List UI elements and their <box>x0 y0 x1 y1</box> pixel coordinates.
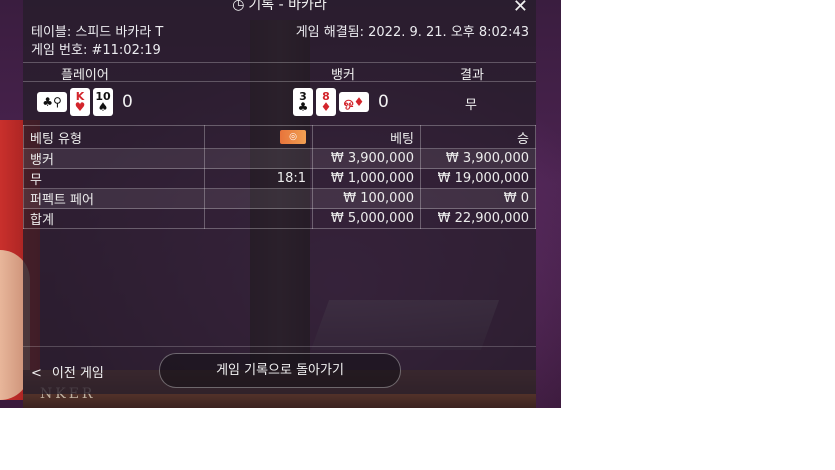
bet-amount: ₩ 5,000,000 <box>312 208 421 229</box>
player-score: 0 <box>122 92 133 112</box>
divider <box>23 346 536 347</box>
game-resolved-time: 게임 해결됨: 2022. 9. 21. 오후 8:02:43 <box>295 25 529 40</box>
player-hand: ♣⚲ K ♥ 10 ♠ 0 <box>37 88 133 116</box>
game-result: 무 <box>465 98 477 113</box>
table-row: 퍼펙트 페어 ₩ 100,000 ₩ 0 <box>23 188 536 209</box>
chip-icon: ◎ <box>280 130 306 144</box>
win-amount: ₩ 19,000,000 <box>420 168 536 189</box>
card-suit: ♣ <box>297 100 309 114</box>
game-number: 게임 번호: #11:02:19 <box>31 43 161 58</box>
column-odds: ◎ <box>204 125 313 149</box>
previous-game-button[interactable]: < 이전 게임 <box>31 362 104 381</box>
bet-odds <box>204 188 313 209</box>
bet-type: 뱅커 <box>23 148 205 169</box>
banker-score: 0 <box>378 92 389 112</box>
table-row: 뱅커 ₩ 3,900,000 ₩ 3,900,000 <box>23 148 536 169</box>
player-card-1: ♣⚲ <box>37 92 67 112</box>
banker-hand: 3 ♣ 8 ♦ ஒ♦ 0 <box>293 88 389 116</box>
previous-game-label: 이전 게임 <box>51 366 104 381</box>
card-suit: ♥ <box>74 100 86 114</box>
bets-table-header: 베팅 유형 ◎ 베팅 승 <box>23 125 536 149</box>
bet-amount: ₩ 1,000,000 <box>312 168 421 189</box>
bet-amount: ₩ 3,900,000 <box>312 148 421 169</box>
column-win: 승 <box>420 125 536 149</box>
history-icon: ◷ <box>232 0 245 13</box>
back-to-history-button[interactable]: 게임 기록으로 돌아가기 <box>159 353 401 388</box>
card-suit: ♠ <box>97 100 109 114</box>
panel-title: ◷ 기록 - 바카라 <box>23 0 536 13</box>
panel-title-text: 기록 - 바카라 <box>248 0 327 13</box>
divider <box>23 62 536 63</box>
table-row-total: 합계 ₩ 5,000,000 ₩ 22,900,000 <box>23 208 536 229</box>
chevron-left-icon: < <box>31 366 42 381</box>
bet-type: 합계 <box>23 208 205 229</box>
bet-odds <box>204 208 313 229</box>
banker-card-2: 8 ♦ <box>316 88 336 116</box>
card-suit: ♦ <box>320 100 332 114</box>
bet-odds: 18:1 <box>204 168 313 189</box>
table-row: 무 18:1 ₩ 1,000,000 ₩ 19,000,000 <box>23 168 536 189</box>
player-card-3: 10 ♠ <box>93 88 113 116</box>
bet-type: 퍼펙트 페어 <box>23 188 205 209</box>
divider <box>23 81 536 82</box>
bets-table: 베팅 유형 ◎ 베팅 승 뱅커 ₩ 3,900,000 ₩ 3,900,000 … <box>23 125 536 229</box>
column-bet-type: 베팅 유형 <box>23 125 205 149</box>
game-history-panel: ◷ 기록 - 바카라 ✕ 테이블: 스피드 바카라 T 게임 해결됨: 2022.… <box>23 0 536 394</box>
column-bet: 베팅 <box>312 125 421 149</box>
win-amount: ₩ 0 <box>420 188 536 209</box>
bet-type: 무 <box>23 168 205 189</box>
player-card-2: K ♥ <box>70 88 90 116</box>
banker-card-3: ஒ♦ <box>339 92 369 112</box>
table-name: 테이블: 스피드 바카라 T <box>31 25 164 40</box>
bet-odds <box>204 148 313 169</box>
banker-card-1: 3 ♣ <box>293 88 313 116</box>
bet-amount: ₩ 100,000 <box>312 188 421 209</box>
win-amount: ₩ 22,900,000 <box>420 208 536 229</box>
win-amount: ₩ 3,900,000 <box>420 148 536 169</box>
close-icon[interactable]: ✕ <box>513 0 528 17</box>
